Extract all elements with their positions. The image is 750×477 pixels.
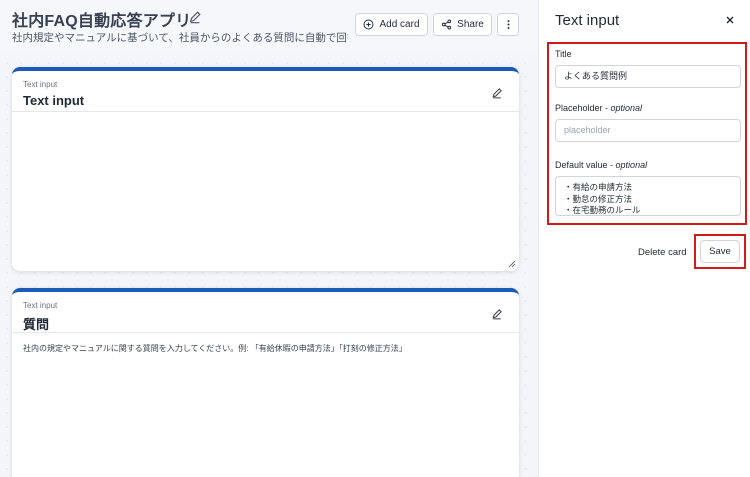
delete-card-link[interactable]: Delete card	[638, 247, 687, 258]
vertical-dots-icon	[507, 20, 509, 29]
app-description: 社内規定やマニュアルに基づいて、社員からのよくある質問に自動で回答...	[12, 32, 348, 44]
default-value-line: ・在宅勤務のルール	[564, 205, 641, 215]
side-panel: Text input Title よくある質問例 Placeholder - o…	[538, 0, 750, 477]
card-type-label: Text input	[23, 301, 58, 310]
card-title: Text input	[23, 93, 85, 108]
app-title: 社内FAQ自動応答アプリ	[12, 13, 192, 30]
card-type-label: Text input	[23, 80, 58, 89]
add-card-button[interactable]: Add card	[355, 13, 428, 36]
panel-title: Text input	[555, 12, 620, 29]
app-header: 社内FAQ自動応答アプリ 社内規定やマニュアルに基づいて、社員からのよくある質問…	[0, 0, 538, 54]
save-button[interactable]: Save	[700, 240, 740, 263]
plus-circle-icon	[364, 19, 374, 30]
card-divider	[12, 111, 519, 112]
card-body[interactable]: 社内の規定やマニュアルに関する質問を入力してください。例: 「有給休暇の申請方法…	[23, 343, 407, 354]
default-value-line: ・勤怠の修正方法	[564, 193, 633, 204]
card-divider	[12, 332, 519, 333]
title-field[interactable]: よくある質問例	[555, 65, 741, 88]
title-field-label: Title	[555, 49, 572, 59]
placeholder-field[interactable]: placeholder	[555, 119, 741, 142]
add-card-label: Add card	[379, 19, 420, 30]
pencil-icon[interactable]	[491, 308, 503, 320]
save-highlight-box: Save	[694, 234, 746, 269]
default-value-textarea[interactable]: ・有給の申請方法 ・勤怠の修正方法 ・在宅勤務のルール	[555, 176, 741, 216]
share-button[interactable]: Share	[433, 13, 492, 36]
card-title: 質問	[23, 317, 50, 332]
pencil-icon[interactable]	[188, 10, 202, 24]
canvas-area: 社内FAQ自動応答アプリ 社内規定やマニュアルに基づいて、社員からのよくある質問…	[0, 0, 538, 477]
close-icon[interactable]	[724, 14, 736, 26]
default-value-field-label: Default value - optional	[555, 160, 648, 170]
resize-handle-icon[interactable]	[508, 260, 516, 268]
share-label: Share	[457, 19, 484, 30]
placeholder-field-label: Placeholder - optional	[555, 103, 643, 113]
pencil-icon[interactable]	[491, 87, 503, 99]
default-value-line: ・有給の申請方法	[564, 182, 633, 192]
more-options-button[interactable]	[497, 13, 519, 36]
card-text-input[interactable]: Text input Text input	[12, 67, 519, 271]
card-question[interactable]: Text input 質問 社内の規定やマニュアルに関する質問を入力してください…	[12, 288, 519, 477]
fields-highlight-box: Title よくある質問例 Placeholder - optional pla…	[547, 42, 747, 225]
share-icon	[442, 19, 452, 30]
